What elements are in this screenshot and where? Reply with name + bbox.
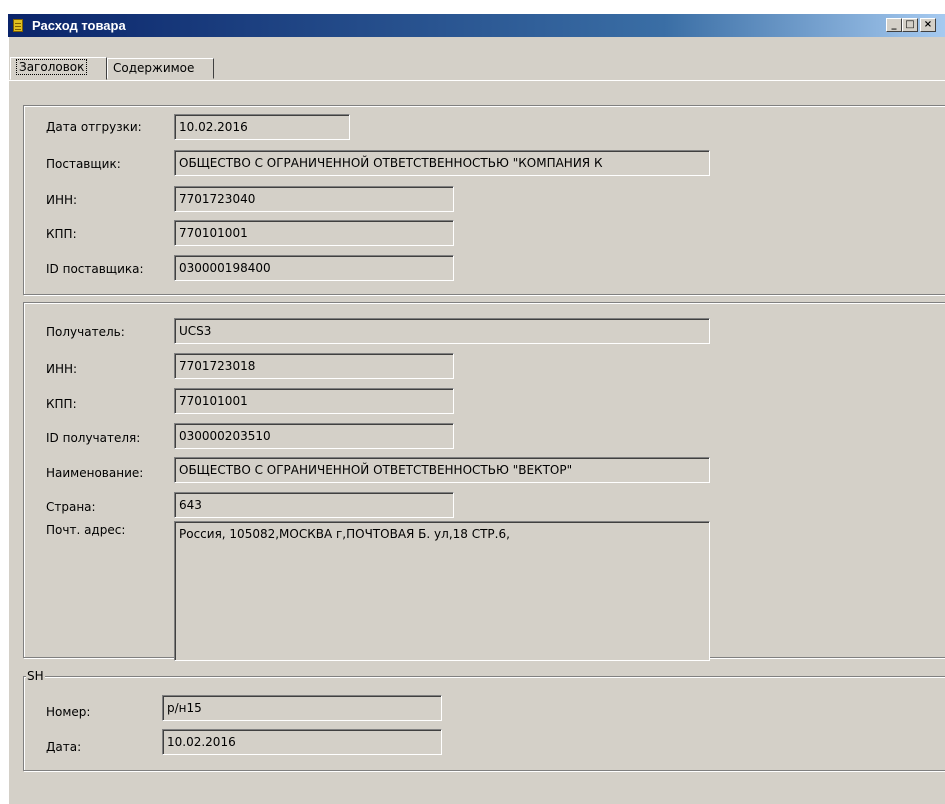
window-title: Расход товара: [32, 18, 126, 33]
recipient-name-field[interactable]: ОБЩЕСТВО С ОГРАНИЧЕННОЙ ОТВЕТСТВЕННОСТЬЮ…: [174, 457, 710, 483]
recipient-id-label: ID получателя:: [46, 431, 141, 445]
country-label: Страна:: [46, 500, 96, 514]
recipient-inn-field[interactable]: 7701723018: [174, 353, 454, 379]
recipient-group: Получатель: UCS3 ИНН: 7701723018 КПП: 77…: [23, 302, 945, 661]
ship-date-label: Дата отгрузки:: [46, 120, 142, 134]
number-label: Номер:: [46, 705, 91, 719]
tab-panel: Дата отгрузки: 10.02.2016 Поставщик: ОБЩ…: [8, 80, 945, 800]
supplier-id-label: ID поставщика:: [46, 262, 144, 276]
postal-address-label: Почт. адрес:: [46, 523, 126, 537]
sh-legend: SH: [26, 669, 45, 683]
recipient-name-label: Наименование:: [46, 466, 144, 480]
sh-group: SH Номер: р/н15 Дата: 10.02.2016: [23, 669, 945, 771]
number-field[interactable]: р/н15: [162, 695, 442, 721]
desktop-background: [0, 0, 945, 14]
supplier-label: Поставщик:: [46, 157, 121, 171]
document-icon: [13, 19, 23, 32]
title-bar[interactable]: Расход товара _ □ ×: [8, 14, 945, 37]
ship-date-field[interactable]: 10.02.2016: [174, 114, 350, 140]
minimize-button[interactable]: _: [886, 18, 902, 32]
date-field[interactable]: 10.02.2016: [162, 729, 442, 755]
recipient-kpp-label: КПП:: [46, 397, 77, 411]
supplier-field[interactable]: ОБЩЕСТВО С ОГРАНИЧЕННОЙ ОТВЕТСТВЕННОСТЬЮ…: [174, 150, 710, 176]
tab-contents[interactable]: Содержимое: [107, 58, 214, 79]
supplier-kpp-label: КПП:: [46, 227, 77, 241]
supplier-group: Дата отгрузки: 10.02.2016 Поставщик: ОБЩ…: [23, 105, 945, 295]
recipient-label: Получатель:: [46, 325, 125, 339]
tab-header[interactable]: Заголовок: [10, 57, 107, 80]
recipient-field[interactable]: UCS3: [174, 318, 710, 344]
recipient-id-field[interactable]: 030000203510: [174, 423, 454, 449]
maximize-button[interactable]: □: [902, 18, 918, 32]
postal-address-field[interactable]: Россия, 105082,МОСКВА г,ПОЧТОВАЯ Б. ул,1…: [174, 521, 710, 661]
supplier-id-field[interactable]: 030000198400: [174, 255, 454, 281]
country-field[interactable]: 643: [174, 492, 454, 518]
recipient-inn-label: ИНН:: [46, 362, 78, 376]
recipient-kpp-field[interactable]: 770101001: [174, 388, 454, 414]
supplier-inn-field[interactable]: 7701723040: [174, 186, 454, 212]
supplier-kpp-field[interactable]: 770101001: [174, 220, 454, 246]
tab-header-label: Заголовок: [16, 59, 88, 75]
close-button[interactable]: ×: [920, 18, 936, 32]
tab-contents-label: Содержимое: [113, 61, 195, 75]
supplier-inn-label: ИНН:: [46, 193, 78, 207]
date-label: Дата:: [46, 740, 82, 754]
